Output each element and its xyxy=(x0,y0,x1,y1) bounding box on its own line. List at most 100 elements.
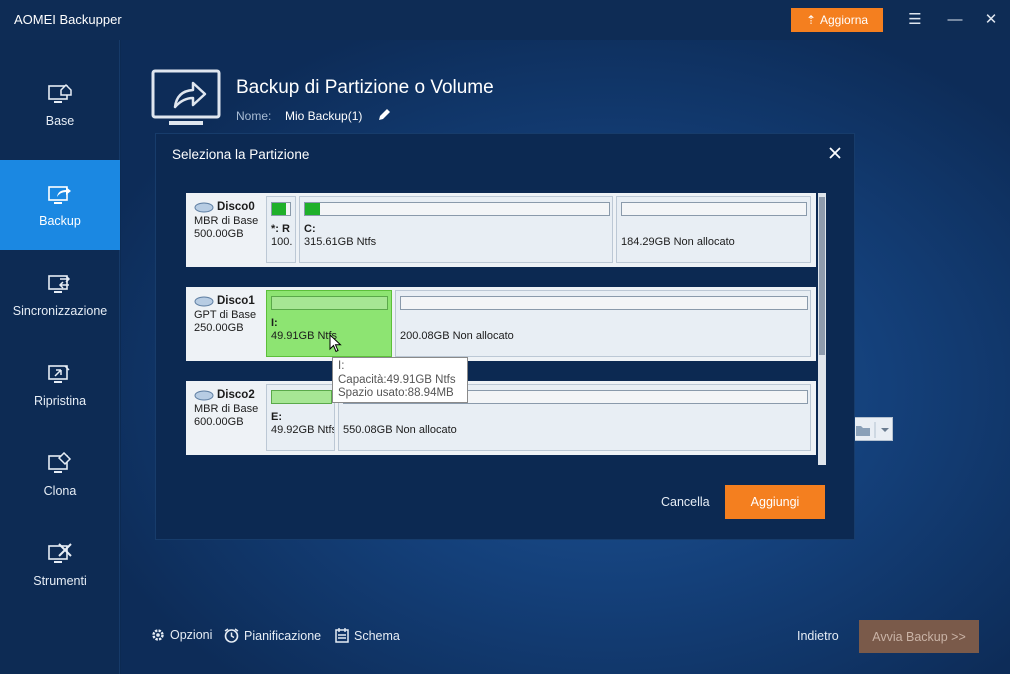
partition-size: 315.61GB Ntfs xyxy=(304,236,377,248)
disk-size: 250.00GB xyxy=(194,322,244,334)
sidebar-item-clone[interactable]: Clona xyxy=(0,430,120,520)
sidebar-item-backup[interactable]: Backup xyxy=(0,160,120,250)
partition-tooltip: I: Capacità:49.91GB Ntfs Spazio usato:88… xyxy=(332,357,468,403)
disk-row-disco2: Disco2 MBR di Base 600.00GB E: 49.92GB N… xyxy=(186,381,816,455)
sidebar-item-label: Strumenti xyxy=(33,574,87,588)
sidebar-item-tools[interactable]: Strumenti xyxy=(0,520,120,610)
close-window-icon[interactable]: ✕ xyxy=(981,10,1001,30)
scrollbar-thumb[interactable] xyxy=(819,197,825,355)
partition-size: 200.08GB Non allocato xyxy=(400,330,514,342)
disk-info: Disco1 GPT di Base 250.00GB xyxy=(194,295,266,335)
restore-icon xyxy=(48,365,70,383)
hard-disk-icon xyxy=(194,202,214,213)
folder-dropdown-icon xyxy=(856,422,889,438)
title-bar: AOMEI Backupper ⇡ Aggiorna ☰ — ✕ xyxy=(0,0,1010,40)
sidebar-item-label: Backup xyxy=(39,214,81,228)
clock-icon xyxy=(224,628,239,643)
upgrade-arrow-icon: ⇡ xyxy=(805,13,816,27)
disk-info: Disco0 MBR di Base 500.00GB xyxy=(194,201,266,241)
sidebar-item-label: Ripristina xyxy=(33,394,87,408)
disk-type: GPT di Base xyxy=(194,309,257,321)
backup-name-value[interactable]: Mio Backup(1) xyxy=(285,109,362,123)
scheme-label: Schema xyxy=(354,628,400,643)
destination-dropdown[interactable] xyxy=(851,417,893,441)
usage-bar xyxy=(271,202,291,216)
disk-size: 500.00GB xyxy=(194,228,244,240)
partition-label: C: xyxy=(304,223,316,235)
minimize-icon[interactable]: — xyxy=(945,10,965,30)
backup-export-icon xyxy=(48,186,71,204)
sidebar-item-base[interactable]: Base xyxy=(0,60,120,150)
dialog-title: Seleziona la Partizione xyxy=(172,147,310,162)
partition-size: 100. xyxy=(271,236,293,248)
disk-name: Disco0 xyxy=(217,201,255,213)
partition-label: E: xyxy=(271,411,282,423)
upgrade-label: Aggiorna xyxy=(820,13,869,27)
options-button[interactable]: Opzioni xyxy=(151,628,212,642)
sidebar-item-label: Base xyxy=(45,114,75,128)
backup-header-icon xyxy=(151,69,221,125)
partition-size: 550.08GB Non allocato xyxy=(343,424,457,436)
home-monitor-icon xyxy=(48,83,72,103)
disk-type: MBR di Base xyxy=(194,403,259,415)
disk-name: Disco2 xyxy=(217,389,255,401)
tooltip-line: Spazio usato:88.94MB xyxy=(338,387,454,399)
disk-type: MBR di Base xyxy=(194,215,259,227)
options-label: Opzioni xyxy=(170,628,213,642)
usage-fill xyxy=(305,203,321,215)
cancel-button[interactable]: Cancella xyxy=(661,495,710,509)
disk-size: 600.00GB xyxy=(194,416,244,428)
partition-label: *: R xyxy=(271,223,290,235)
calendar-list-icon xyxy=(335,628,349,643)
partition-unallocated[interactable]: 184.29GB Non allocato xyxy=(616,196,811,263)
start-backup-button[interactable]: Avvia Backup >> xyxy=(859,620,979,653)
select-partition-dialog: Seleziona la Partizione Disco0 MBR di Ba… xyxy=(155,133,855,540)
menu-icon[interactable]: ☰ xyxy=(905,10,925,30)
backup-name-label: Nome: xyxy=(236,109,272,123)
usage-fill xyxy=(272,203,287,215)
hard-disk-icon xyxy=(194,390,214,401)
partition-e[interactable]: E: 49.92GB Ntfs xyxy=(266,384,335,451)
usage-bar xyxy=(271,296,388,310)
sync-icon xyxy=(48,275,71,293)
dialog-close-icon[interactable] xyxy=(827,145,843,161)
tools-icon xyxy=(48,543,72,563)
usage-bar xyxy=(304,202,610,216)
mouse-cursor-icon xyxy=(329,334,342,353)
partition-unallocated[interactable]: 200.08GB Non allocato xyxy=(395,290,811,357)
usage-bar xyxy=(621,202,807,216)
clone-icon xyxy=(48,452,72,473)
partition-c[interactable]: C: 315.61GB Ntfs xyxy=(299,196,613,263)
scheme-button[interactable]: Schema xyxy=(335,628,400,643)
gear-icon xyxy=(152,629,164,641)
upgrade-button[interactable]: ⇡ Aggiorna xyxy=(791,8,883,32)
schedule-label: Pianificazione xyxy=(244,628,322,643)
edit-pencil-icon[interactable] xyxy=(377,108,391,122)
disk-list-scrollbar[interactable] xyxy=(818,193,826,465)
usage-bar xyxy=(400,296,808,310)
usage-bar xyxy=(271,390,332,404)
back-button[interactable]: Indietro xyxy=(797,629,839,643)
disk-info: Disco2 MBR di Base 600.00GB xyxy=(194,389,266,429)
tooltip-line: Capacità:49.91GB Ntfs xyxy=(338,373,456,386)
disk-name: Disco1 xyxy=(217,295,255,307)
partition-size: 49.91GB Ntfs xyxy=(271,330,338,342)
page-title: Backup di Partizione o Volume xyxy=(236,77,494,98)
partition-label: I: xyxy=(271,317,278,329)
sidebar: Base Backup Sincronizzazione Ripristina xyxy=(0,40,120,674)
tooltip-line: I: xyxy=(338,360,345,372)
disk-row-disco1: Disco1 GPT di Base 250.00GB I: 49.91GB N… xyxy=(186,287,816,361)
app-title: AOMEI Backupper xyxy=(14,12,122,27)
disk-list: Disco0 MBR di Base 500.00GB *: R 100. C:… xyxy=(186,193,826,465)
sidebar-item-label: Clona xyxy=(43,484,77,498)
sidebar-item-label: Sincronizzazione xyxy=(12,304,108,318)
sidebar-item-sync[interactable]: Sincronizzazione xyxy=(0,250,120,340)
partition-size: 184.29GB Non allocato xyxy=(621,236,735,248)
add-button[interactable]: Aggiungi xyxy=(725,485,825,519)
partition-system-reserved[interactable]: *: R 100. xyxy=(266,196,296,263)
sidebar-item-restore[interactable]: Ripristina xyxy=(0,340,120,430)
disk-row-disco0: Disco0 MBR di Base 500.00GB *: R 100. C:… xyxy=(186,193,816,267)
schedule-button[interactable]: Pianificazione xyxy=(224,628,321,643)
partition-size: 49.92GB Ntfs xyxy=(271,424,335,436)
hard-disk-icon xyxy=(194,296,214,307)
